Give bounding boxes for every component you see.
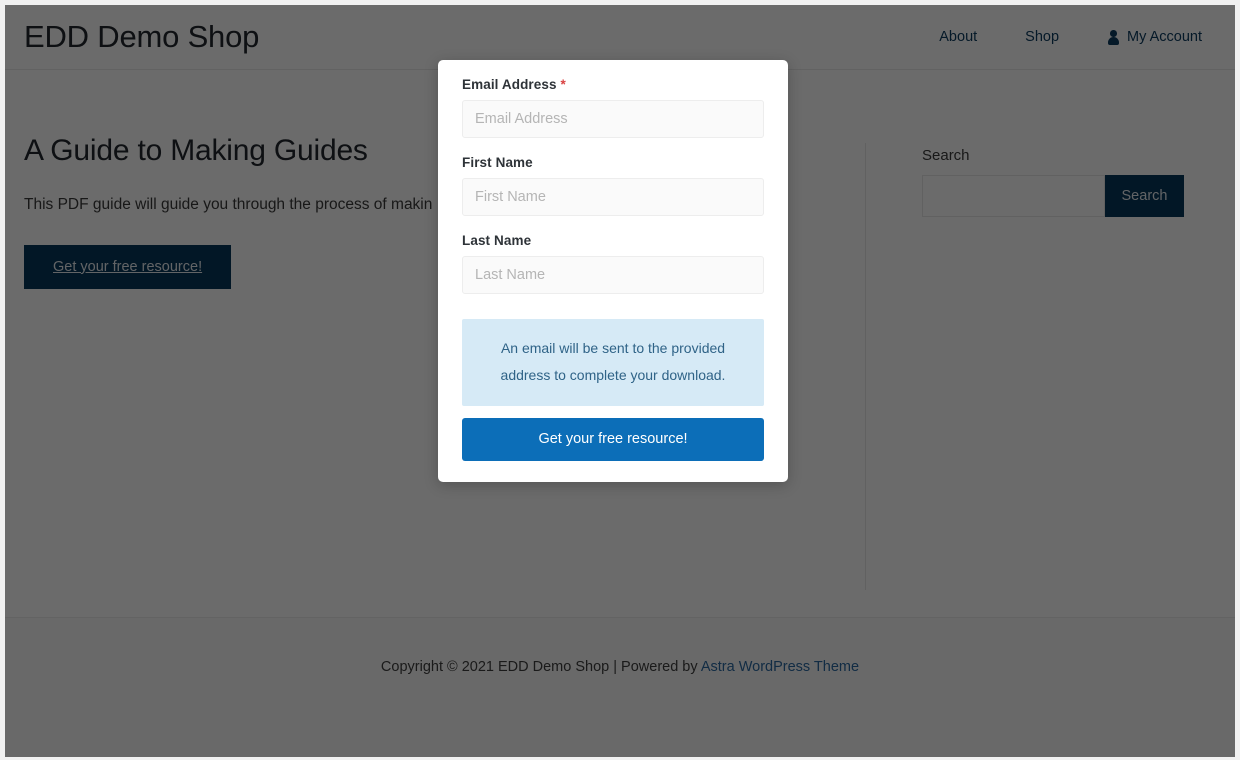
page-root: EDD Demo Shop About Shop My Account A Gu… — [0, 0, 1240, 760]
email-label-text: Email Address — [462, 77, 557, 92]
first-name-field-group: First Name — [462, 155, 764, 216]
email-notice: An email will be sent to the provided ad… — [462, 319, 764, 406]
email-label: Email Address * — [462, 77, 764, 92]
first-name-label: First Name — [462, 155, 533, 170]
first-name-input[interactable] — [462, 178, 764, 216]
email-field-group: Email Address * — [462, 77, 764, 138]
required-marker: * — [560, 77, 566, 92]
email-input[interactable] — [462, 100, 764, 138]
email-capture-modal: Email Address * First Name Last Name An … — [438, 60, 788, 482]
last-name-field-group: Last Name — [462, 233, 764, 294]
modal-submit-button[interactable]: Get your free resource! — [462, 417, 764, 461]
last-name-input[interactable] — [462, 256, 764, 294]
last-name-label: Last Name — [462, 233, 532, 248]
